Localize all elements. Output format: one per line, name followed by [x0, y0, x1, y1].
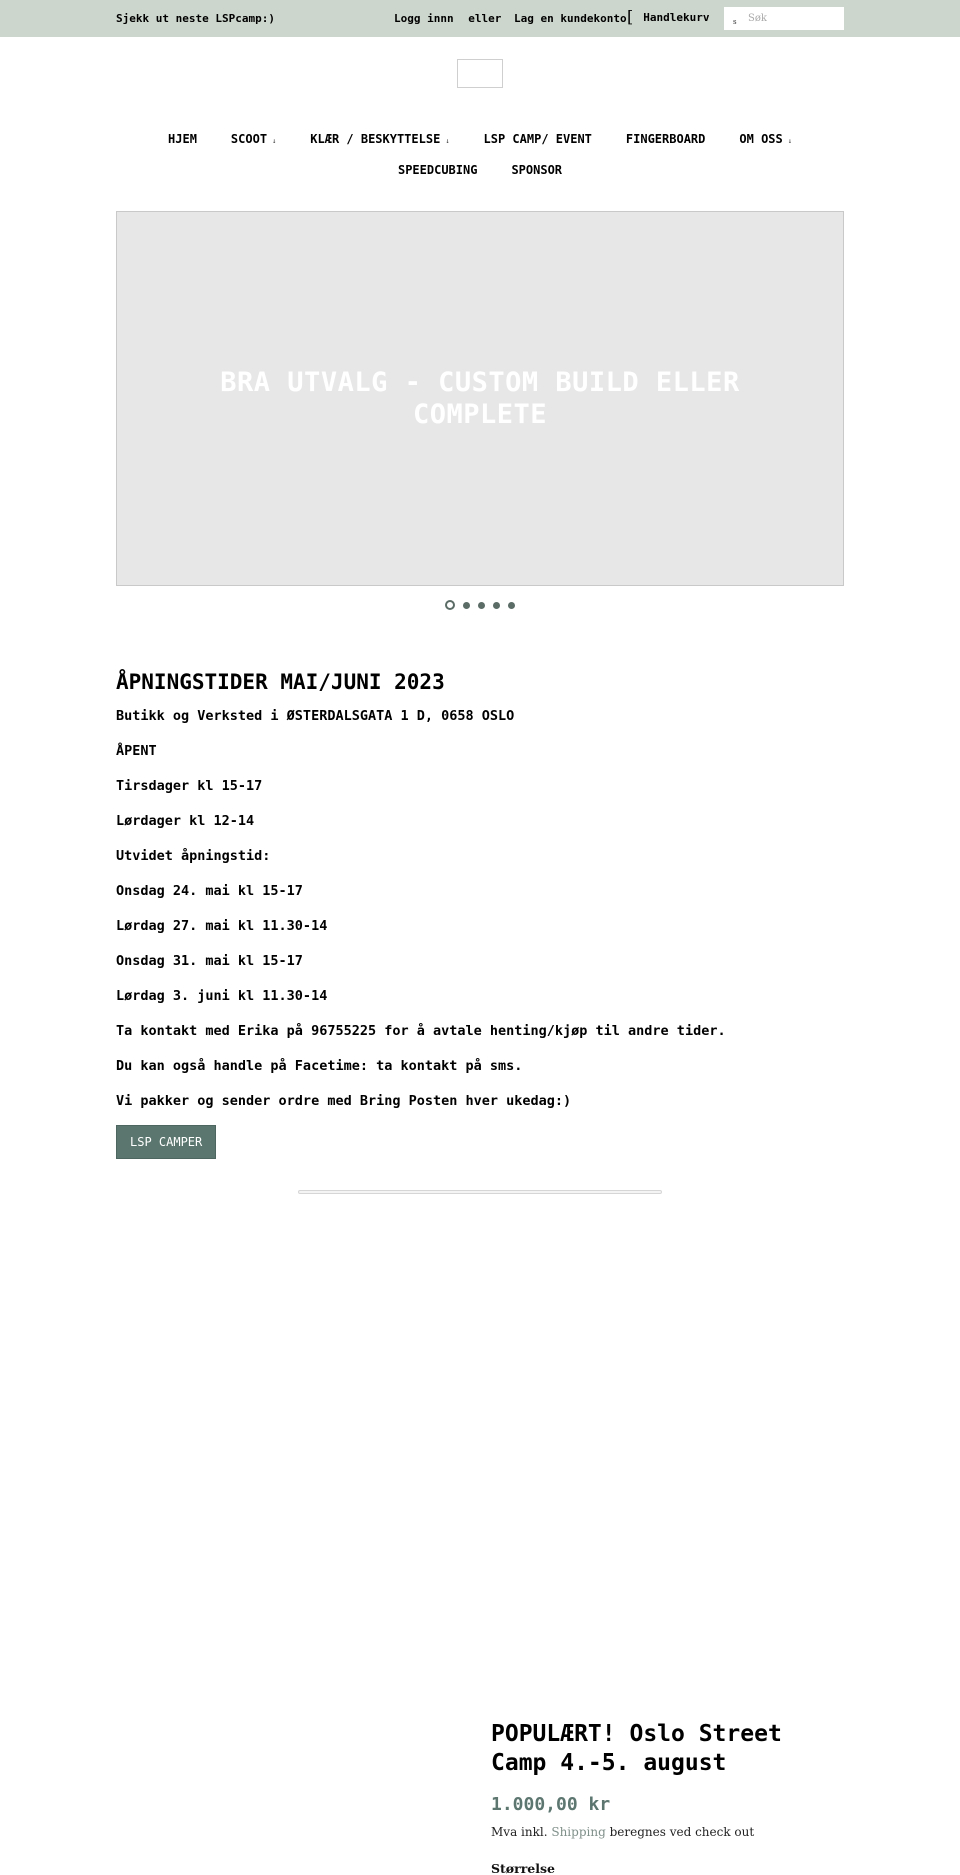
slide-dot-4[interactable]: [493, 601, 500, 609]
lsp-camper-button[interactable]: LSP CAMPER: [116, 1125, 217, 1159]
tax-prefix: Mva inkl.: [491, 1825, 548, 1839]
account-links: Logg innn eller Lag en kundekonto: [394, 12, 631, 25]
nav-label: HJEM: [168, 132, 197, 146]
hours-line: Lørdag 27. mai kl 11.30-14: [116, 918, 328, 934]
dropdown-arrow-icon: ↓: [787, 137, 792, 145]
tax-suffix: beregnes ved check out: [609, 1825, 755, 1839]
hours-line: Onsdag 31. mai kl 15-17: [116, 953, 303, 969]
tax-note: Mva inkl. Shipping beregnes ved check ou…: [491, 1825, 851, 1839]
section-divider: [298, 1190, 662, 1194]
hero-slideshow[interactable]: BRA UTVALG - CUSTOM BUILD ELLER COMPLETE: [116, 211, 844, 586]
address-text: Butikk og Verksted i ØSTERDALSGATA 1 D, …: [116, 708, 515, 724]
hours-line: Lørdag 3. juni kl 11.30-14: [116, 988, 328, 1004]
or-text: eller: [468, 12, 502, 25]
contact-text: Ta kontakt med Erika på 96755225 for å a…: [116, 1023, 726, 1039]
nav-item-sponsor[interactable]: SPONSOR: [511, 163, 562, 177]
cart-icon: [: [627, 7, 634, 26]
nav-item-lsp-camp-event[interactable]: LSP CAMP/ EVENT: [484, 132, 592, 146]
nav-item-speedcubing[interactable]: SPEEDCUBING: [398, 163, 477, 177]
create-account-link[interactable]: Lag en kundekonto: [514, 12, 627, 25]
nav-label: LSP CAMP/ EVENT: [483, 132, 592, 146]
slide-dot-3[interactable]: [478, 601, 485, 609]
search-input[interactable]: [742, 7, 842, 30]
facetime-text: Du kan også handle på Facetime: ta konta…: [116, 1058, 523, 1074]
promo-link[interactable]: Sjekk ut neste LSPcamp:): [116, 12, 275, 25]
slide-caption: BRA UTVALG - CUSTOM BUILD ELLER COMPLETE: [220, 367, 740, 430]
search-box: s: [724, 7, 844, 30]
nav-label: FINGERBOARD: [625, 132, 706, 146]
login-link[interactable]: Logg innn: [394, 12, 454, 25]
nav-item-scoot[interactable]: SCOOT ↓: [231, 132, 276, 146]
hours-line: Lørdager kl 12-14: [116, 813, 255, 829]
cart-link[interactable]: [ Handlekurv: [627, 7, 710, 26]
shipping-info-text: Vi pakker og sender ordre med Bring Post…: [116, 1093, 572, 1109]
nav-item-hjem[interactable]: HJEM: [168, 132, 197, 146]
open-label: ÅPENT: [116, 743, 157, 759]
dropdown-arrow-icon: ↓: [272, 137, 277, 145]
announcement-bar: Sjekk ut neste LSPcamp:) Logg innn eller…: [0, 0, 960, 37]
nav-label: SPEEDCUBING: [397, 163, 478, 177]
slide-dot-1[interactable]: [445, 600, 455, 610]
hours-line: Onsdag 24. mai kl 15-17: [116, 883, 303, 899]
product-price: 1.000,00 kr: [491, 1794, 611, 1815]
featured-product: POPULÆRT! Oslo Street Camp 4.-5. august …: [491, 1720, 851, 1875]
slide-dot-2[interactable]: [463, 601, 470, 609]
slide-dot-5[interactable]: [508, 601, 515, 609]
nav-item-om-oss[interactable]: OM OSS ↓: [739, 132, 792, 146]
slideshow-pagination: [0, 600, 960, 610]
nav-item-fingerboard[interactable]: FINGERBOARD: [626, 132, 705, 146]
extended-hours-label: Utvidet åpningstid:: [116, 848, 271, 864]
size-label: Størrelse: [491, 1861, 556, 1875]
hours-line: Tirsdager kl 15-17: [116, 778, 263, 794]
nav-label: SPONSOR: [511, 163, 563, 177]
search-icon[interactable]: s: [733, 18, 737, 26]
section-title: ÅPNINGSTIDER MAI/JUNI 2023: [116, 670, 445, 694]
nav-item-klaer-beskyttelse[interactable]: KLÆR / BESKYTTELSE ↓: [310, 132, 449, 146]
site-logo[interactable]: [457, 59, 503, 88]
nav-row-1: HJEM SCOOT ↓ KLÆR / BESKYTTELSE ↓ LSP CAMP…: [0, 132, 960, 146]
nav-label: OM OSS: [739, 132, 783, 146]
shipping-link[interactable]: Shipping: [551, 1825, 605, 1839]
dropdown-arrow-icon: ↓: [445, 137, 450, 145]
nav-label: SCOOT: [230, 132, 268, 146]
nav-row-2: SPEEDCUBING SPONSOR: [0, 163, 960, 177]
product-title: POPULÆRT! Oslo Street Camp 4.-5. august: [491, 1721, 782, 1776]
cart-label: Handlekurv: [643, 10, 710, 24]
nav-label: KLÆR / BESKYTTELSE: [310, 132, 441, 146]
opening-hours-section: ÅPNINGSTIDER MAI/JUNI 2023 Butikk og Ver…: [116, 668, 844, 1159]
